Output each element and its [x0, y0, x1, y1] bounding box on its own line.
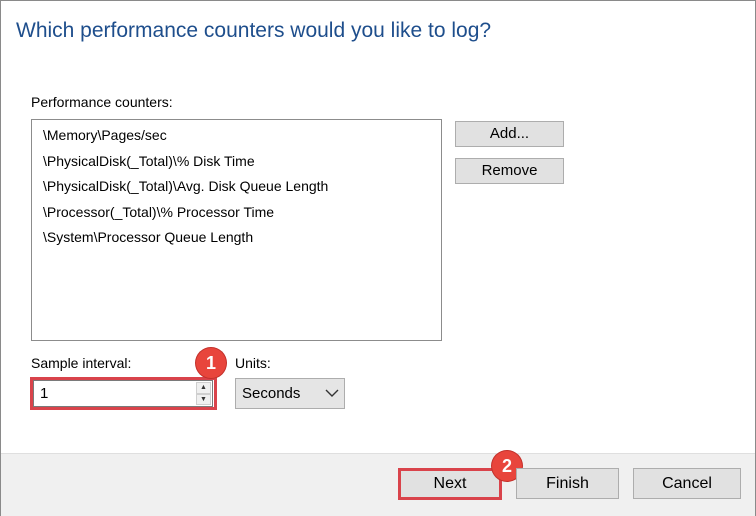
remove-counter-button[interactable]: Remove	[455, 158, 564, 184]
units-selected-value: Seconds	[242, 385, 301, 402]
cancel-button[interactable]: Cancel	[633, 468, 741, 499]
list-item[interactable]: \Processor(_Total)\% Processor Time	[32, 200, 441, 226]
list-item[interactable]: \PhysicalDisk(_Total)\Avg. Disk Queue Le…	[32, 174, 441, 200]
chevron-down-icon	[325, 389, 339, 397]
units-label: Units:	[235, 355, 271, 371]
spin-buttons[interactable]: ▲ ▼	[196, 382, 211, 405]
finish-button[interactable]: Finish	[516, 468, 619, 499]
sample-interval-label: Sample interval:	[31, 355, 132, 371]
sample-interval-stepper[interactable]: 1 ▲ ▼	[33, 380, 213, 407]
sample-interval-value[interactable]: 1	[40, 381, 48, 406]
counters-label: Performance counters:	[31, 94, 173, 110]
counters-listbox[interactable]: \Memory\Pages/sec \PhysicalDisk(_Total)\…	[31, 119, 442, 341]
add-counter-button[interactable]: Add...	[455, 121, 564, 147]
list-item[interactable]: \System\Processor Queue Length	[32, 225, 441, 251]
list-item[interactable]: \Memory\Pages/sec	[32, 123, 441, 149]
list-item[interactable]: \PhysicalDisk(_Total)\% Disk Time	[32, 149, 441, 175]
units-select[interactable]: Seconds	[235, 378, 345, 409]
spin-down-icon[interactable]: ▼	[196, 393, 211, 405]
page-title: Which performance counters would you lik…	[16, 19, 492, 42]
spin-up-icon[interactable]: ▲	[196, 382, 211, 394]
callout-badge-1: 1	[196, 348, 226, 378]
next-button[interactable]: Next	[399, 468, 501, 499]
